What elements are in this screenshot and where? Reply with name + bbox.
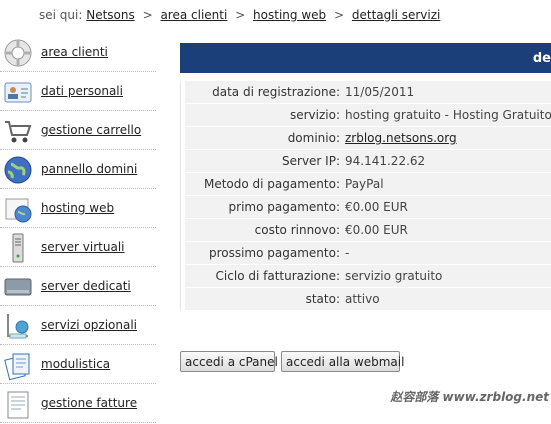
details-header-bar: de bbox=[180, 43, 551, 73]
sidebar-item-gestione-fatture[interactable]: gestione fatture bbox=[0, 385, 156, 423]
globe-icon bbox=[4, 156, 32, 184]
detail-value: hosting gratuito - Hosting Gratuito Pro bbox=[345, 108, 551, 122]
webmail-login-button[interactable]: accedi alla webmail bbox=[281, 351, 404, 372]
detail-label: data di registrazione: bbox=[212, 85, 340, 99]
invoice-icon bbox=[7, 391, 29, 419]
breadcrumb-separator: > bbox=[142, 8, 153, 22]
breadcrumb: sei qui: Netsons > area clienti > hostin… bbox=[39, 8, 440, 22]
shopping-cart-icon bbox=[5, 121, 32, 143]
detail-value: €0.00 EUR bbox=[345, 200, 408, 214]
sidebar-item-hosting-web[interactable]: hosting web bbox=[0, 190, 156, 228]
breadcrumb-link-dettagli-servizi[interactable]: dettagli servizi bbox=[352, 8, 441, 22]
breadcrumb-link-hosting-web[interactable]: hosting web bbox=[253, 8, 326, 22]
hard-drive-icon bbox=[4, 278, 32, 296]
lifebuoy-icon bbox=[4, 39, 32, 67]
detail-row-costo-rinnovo: costo rinnovo: €0.00 EUR bbox=[185, 219, 551, 241]
watermark: 赵容部落 www.zrblog.net bbox=[390, 390, 549, 404]
sidebar-item-servizi-opzionali[interactable]: servizi opzionali bbox=[0, 307, 156, 345]
detail-row-stato: stato: attivo bbox=[185, 288, 551, 310]
detail-value: attivo bbox=[345, 292, 380, 306]
documents-icon bbox=[4, 353, 30, 381]
sidebar-item-label: servizi opzionali bbox=[41, 318, 138, 332]
detail-row-metodo-pagamento: Metodo di pagamento: PayPal bbox=[185, 173, 551, 195]
detail-row-prossimo-pagamento: prossimo pagamento: - bbox=[185, 242, 551, 264]
cpanel-login-button[interactable]: accedi a cPanel bbox=[180, 351, 278, 372]
breadcrumb-separator: > bbox=[235, 8, 246, 22]
detail-label: servizio: bbox=[289, 108, 340, 122]
sidebar-item-label: hosting web bbox=[41, 201, 115, 215]
detail-row-dominio: dominio: zrblog.netsons.org bbox=[185, 127, 551, 149]
optional-services-icon bbox=[7, 314, 29, 339]
server-tower-icon bbox=[12, 233, 24, 263]
breadcrumb-link-area-clienti[interactable]: area clienti bbox=[160, 8, 227, 22]
sidebar-item-label: server dedicati bbox=[41, 279, 131, 293]
details-header-title: de bbox=[532, 51, 551, 66]
detail-label: primo pagamento: bbox=[228, 200, 340, 214]
detail-value: 94.141.22.62 bbox=[345, 154, 426, 168]
detail-value: 11/05/2011 bbox=[345, 85, 415, 99]
detail-label: dominio: bbox=[287, 131, 340, 145]
detail-row-primo-pagamento: primo pagamento: €0.00 EUR bbox=[185, 196, 551, 218]
sidebar-item-server-virtuali[interactable]: server virtuali bbox=[0, 229, 156, 267]
sidebar-nav: area clienti dati personali gestione car… bbox=[0, 34, 156, 424]
breadcrumb-link-netsons[interactable]: Netsons bbox=[86, 8, 135, 22]
detail-label: Metodo di pagamento: bbox=[203, 177, 340, 191]
sidebar-item-label: dati personali bbox=[41, 84, 123, 98]
detail-row-ciclo-fatturazione: Ciclo di fatturazione: servizio gratuito bbox=[185, 265, 551, 287]
sidebar-item-label: area clienti bbox=[41, 45, 108, 59]
sidebar-item-label: server virtuali bbox=[41, 240, 125, 254]
detail-label: Ciclo di fatturazione: bbox=[215, 269, 340, 283]
sidebar-item-modulistica[interactable]: modulistica bbox=[0, 346, 156, 384]
sidebar-item-gestione-carrello[interactable]: gestione carrello bbox=[0, 112, 156, 150]
sidebar-item-dati-personali[interactable]: dati personali bbox=[0, 73, 156, 111]
detail-row-server-ip: Server IP: 94.141.22.62 bbox=[185, 150, 551, 172]
sidebar-item-label: pannello domini bbox=[41, 162, 138, 176]
sidebar-item-area-clienti[interactable]: area clienti bbox=[0, 34, 156, 72]
breadcrumb-prefix: sei qui: bbox=[39, 8, 83, 22]
detail-label: Server IP: bbox=[282, 154, 340, 168]
detail-row-servizio: servizio: hosting gratuito - Hosting Gra… bbox=[185, 104, 551, 126]
detail-value: servizio gratuito bbox=[345, 269, 443, 283]
detail-value: €0.00 EUR bbox=[345, 223, 408, 237]
detail-label: stato: bbox=[305, 292, 340, 306]
sidebar-item-server-dedicati[interactable]: server dedicati bbox=[0, 268, 156, 306]
domain-link[interactable]: zrblog.netsons.org bbox=[345, 131, 457, 145]
detail-value: PayPal bbox=[345, 177, 384, 191]
detail-row-data-registrazione: data di registrazione: 11/05/2011 bbox=[185, 81, 551, 103]
hosting-folder-icon bbox=[5, 198, 32, 223]
detail-value: - bbox=[345, 246, 350, 260]
detail-label: costo rinnovo: bbox=[254, 223, 340, 237]
service-details-table: data di registrazione: 11/05/2011 serviz… bbox=[180, 81, 551, 311]
sidebar-item-label: modulistica bbox=[41, 357, 111, 371]
sidebar-item-label: gestione carrello bbox=[41, 123, 142, 137]
detail-label: prossimo pagamento: bbox=[208, 246, 340, 260]
sidebar-item-label: gestione fatture bbox=[41, 396, 138, 410]
sidebar-item-pannello-domini[interactable]: pannello domini bbox=[0, 151, 156, 189]
breadcrumb-separator: > bbox=[333, 8, 345, 22]
id-card-icon bbox=[4, 82, 32, 103]
